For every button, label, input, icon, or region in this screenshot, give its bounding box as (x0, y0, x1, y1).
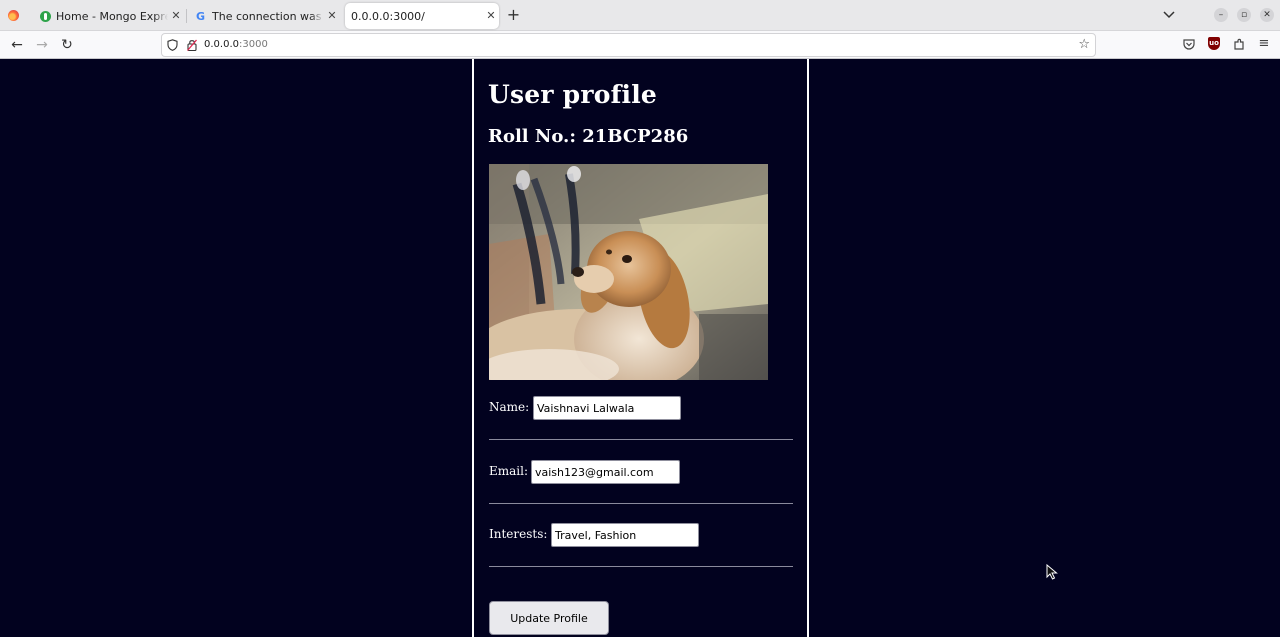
tab-localhost-3000[interactable]: 0.0.0.0:3000/ ✕ (345, 3, 499, 29)
insecure-lock-icon[interactable] (187, 39, 197, 51)
tab-title: The connection was reset (212, 9, 324, 23)
browser-nav-bar: ← → ↻ 0.0.0.0:3000 ☆ ≡ (0, 31, 1280, 59)
close-window-icon[interactable]: ✕ (1260, 8, 1274, 22)
google-g-icon: G (196, 9, 206, 23)
reload-icon[interactable]: ↻ (59, 37, 75, 53)
roll-number-heading: Roll No.: 21BCP286 (488, 126, 689, 147)
browser-tab-strip: Home - Mongo Express ✕ G The connection … (0, 0, 1280, 31)
firefox-menu-icon[interactable] (8, 10, 19, 21)
page-title: User profile (488, 80, 658, 109)
interests-label: Interests: (489, 527, 548, 541)
extensions-puzzle-icon[interactable] (1232, 37, 1246, 51)
maximize-window-icon[interactable]: ▫ (1237, 8, 1251, 22)
tracking-shield-icon[interactable] (167, 39, 178, 51)
ublock-origin-icon[interactable]: uo (1208, 37, 1220, 50)
name-input[interactable]: Vaishnavi Lalwala (533, 396, 681, 420)
bookmark-star-icon[interactable]: ☆ (1078, 37, 1090, 52)
divider (489, 566, 793, 567)
hamburger-menu-icon[interactable]: ≡ (1257, 37, 1271, 51)
forward-arrow-icon[interactable]: → (34, 37, 50, 53)
email-input[interactable]: vaish123@gmail.com (531, 460, 680, 484)
url-text: 0.0.0.0:3000 (204, 39, 268, 50)
tab-connection-reset[interactable]: G The connection was reset ✕ (192, 3, 340, 29)
tab-close-icon[interactable]: ✕ (168, 8, 184, 24)
profile-photo (489, 164, 768, 380)
divider (489, 503, 793, 504)
pocket-icon[interactable] (1182, 37, 1196, 51)
url-port: :3000 (239, 39, 268, 50)
email-label: Email: (489, 464, 529, 478)
back-arrow-icon[interactable]: ← (9, 37, 25, 53)
tab-title: 0.0.0.0:3000/ (351, 9, 425, 23)
interests-input[interactable]: Travel, Fashion (551, 523, 699, 547)
tab-separator (186, 9, 187, 23)
address-bar[interactable]: 0.0.0.0:3000 ☆ (161, 33, 1096, 57)
tab-title: Home - Mongo Express (56, 9, 168, 23)
url-host: 0.0.0.0 (204, 39, 239, 50)
mouse-pointer-icon (1046, 564, 1058, 580)
divider (489, 439, 793, 440)
mongo-leaf-icon (40, 10, 51, 22)
name-label: Name: (489, 400, 530, 414)
update-profile-button[interactable]: Update Profile (489, 601, 609, 635)
minimize-window-icon[interactable]: – (1214, 8, 1228, 22)
tab-close-icon[interactable]: ✕ (483, 8, 499, 24)
tab-mongo-express[interactable]: Home - Mongo Express ✕ (34, 3, 184, 29)
chevron-down-icon[interactable] (1162, 9, 1176, 21)
tab-close-icon[interactable]: ✕ (324, 8, 340, 24)
new-tab-plus-icon[interactable]: + (505, 7, 522, 24)
